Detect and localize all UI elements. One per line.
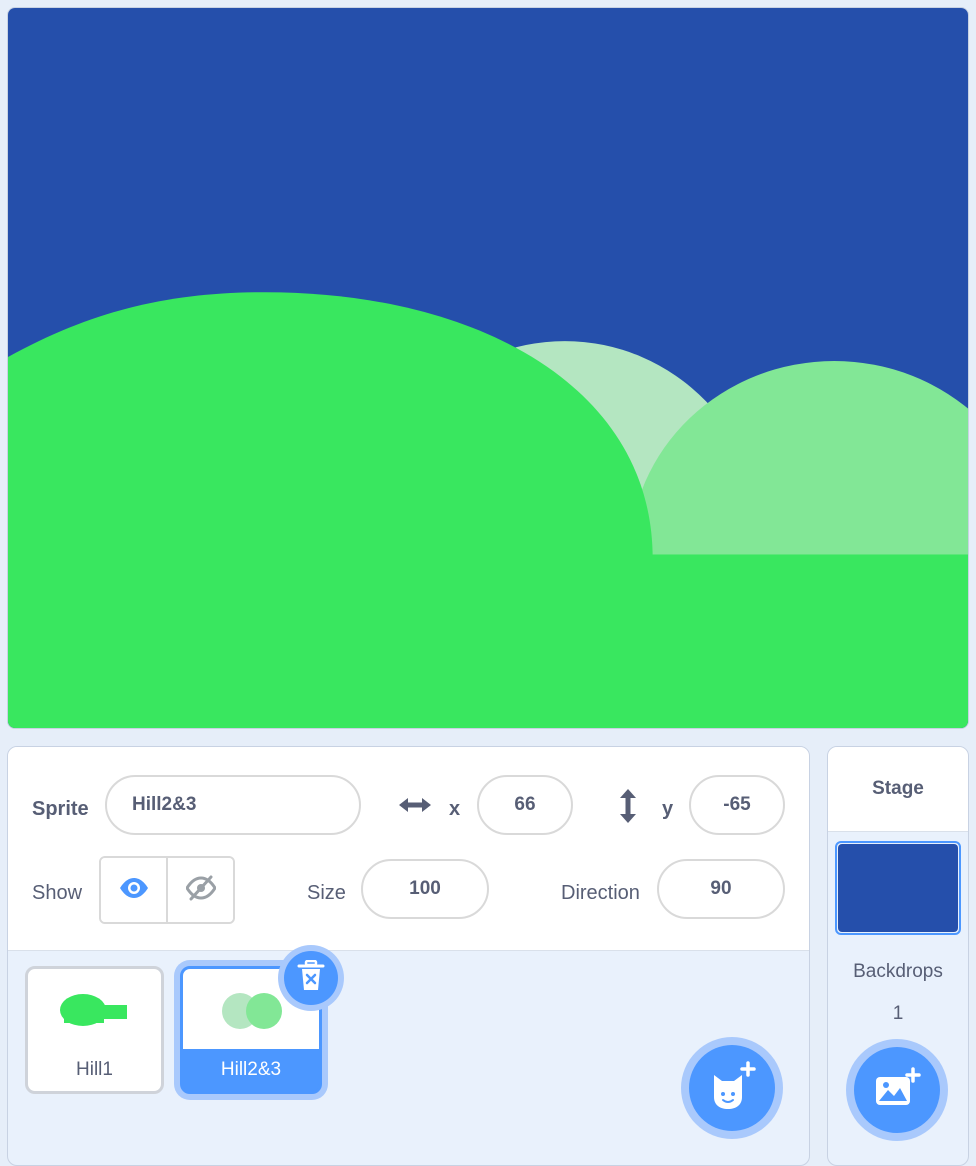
cat-add-icon <box>708 1060 756 1116</box>
backdrops-label: Backdrops <box>853 961 943 982</box>
sprite-label: Sprite <box>32 798 89 820</box>
size-input[interactable]: 100 <box>361 859 489 919</box>
delete-sprite-button[interactable] <box>284 951 338 1005</box>
stage-canvas[interactable] <box>7 7 969 729</box>
choose-backdrop-button[interactable] <box>854 1047 940 1133</box>
direction-input[interactable]: 90 <box>657 859 785 919</box>
x-label: x <box>449 798 461 820</box>
size-label: Size <box>307 882 346 904</box>
show-label: Show <box>32 882 83 904</box>
stage-selector[interactable]: Stage Backdrops 1 <box>827 746 969 1166</box>
sprite-pane: Sprite Hill2&3 x 66 y -65 Show Size 100 … <box>7 746 810 1166</box>
backdrop-thumbnail[interactable] <box>835 841 961 935</box>
backdrop-thumbnail-fill <box>838 844 958 932</box>
visibility-toggle <box>99 856 235 924</box>
hill-mid-base <box>634 554 968 728</box>
x-input[interactable]: 66 <box>477 775 573 835</box>
show-button[interactable] <box>101 858 166 922</box>
hill1-thumbnail <box>60 993 130 1032</box>
eye-icon <box>119 877 149 904</box>
sprite-name-input[interactable]: Hill2&3 <box>105 775 361 835</box>
vertical-arrows-icon <box>616 787 640 830</box>
sprite-tile-label: Hill1 <box>76 1059 113 1080</box>
choose-sprite-button[interactable] <box>689 1045 775 1131</box>
horizontal-arrows-icon <box>397 793 433 822</box>
sprite-tile-hill1[interactable]: Hill1 <box>25 966 164 1094</box>
backdrops-count: 1 <box>892 1003 904 1024</box>
hide-button[interactable] <box>166 858 233 922</box>
direction-label: Direction <box>561 882 640 904</box>
stage-title: Stage <box>828 747 968 832</box>
sprite-tile-label: Hill2&3 <box>220 1059 282 1080</box>
sprite-info: Sprite Hill2&3 x 66 y -65 Show Size 100 … <box>8 747 809 951</box>
eye-slash-icon <box>184 875 217 906</box>
y-label: y <box>662 798 674 820</box>
trash-icon <box>297 959 325 997</box>
image-add-icon <box>873 1066 921 1114</box>
y-input[interactable]: -65 <box>689 775 785 835</box>
